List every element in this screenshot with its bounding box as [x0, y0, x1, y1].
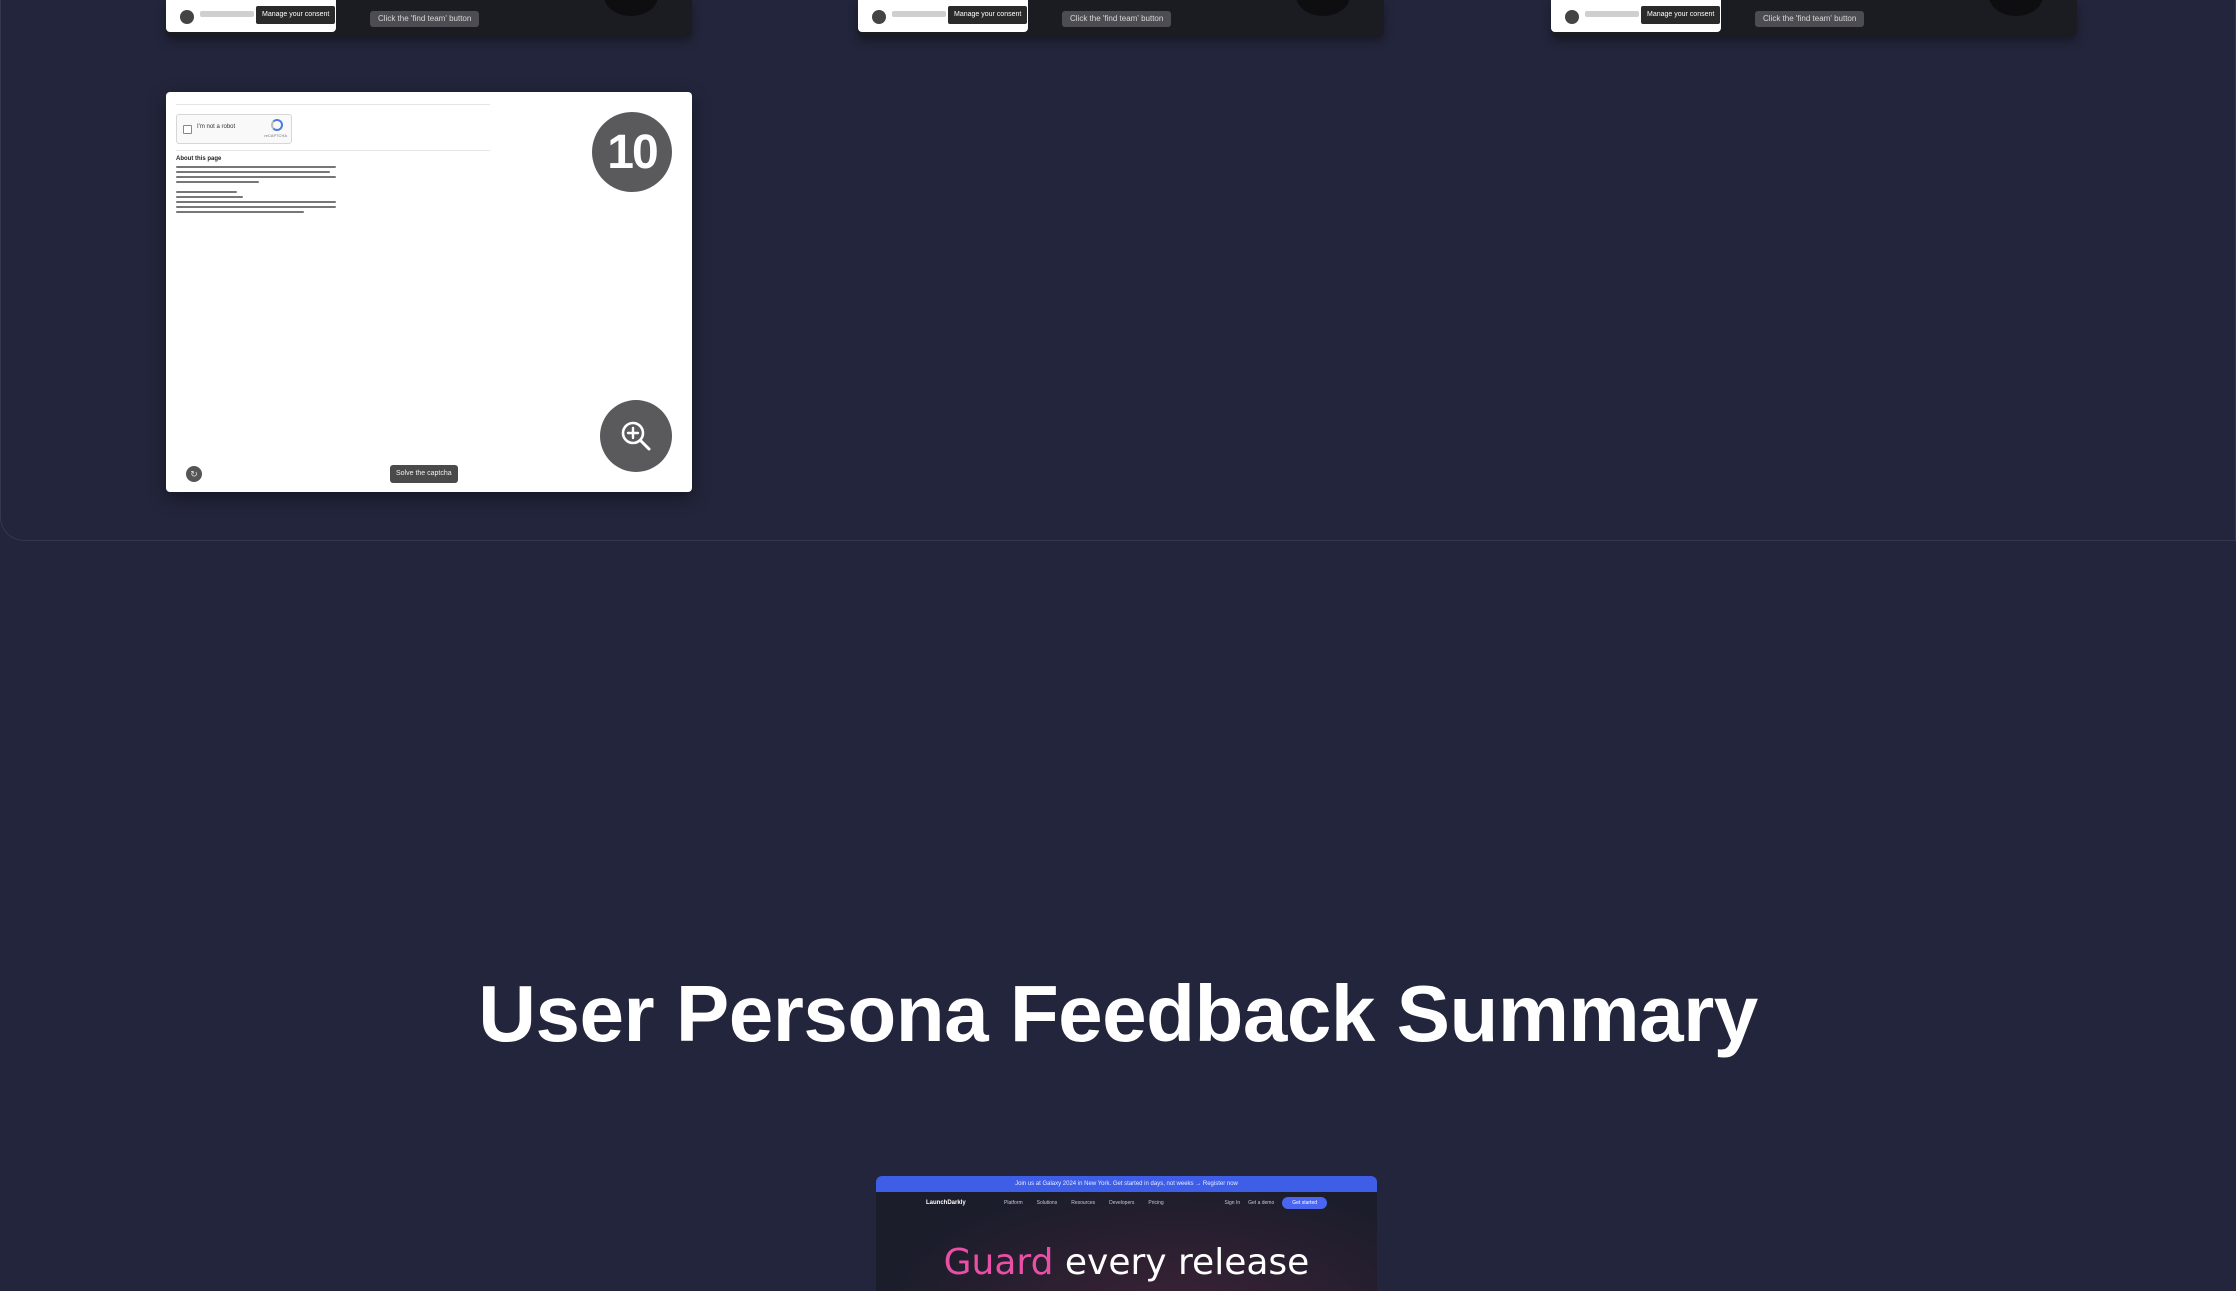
recaptcha-logo-icon [271, 119, 283, 131]
hero-heading: Guard every release [876, 1242, 1377, 1283]
nav-link: Pricing [1148, 1200, 1164, 1206]
hero-rest-text: every release [1053, 1242, 1310, 1283]
about-page-title: About this page [176, 156, 222, 162]
nav-links: Platform Solutions Resources Developers … [1004, 1200, 1164, 1206]
checkbox-icon [183, 125, 192, 134]
consent-card: Manage your consent [858, 0, 1028, 32]
settings-icon [1565, 10, 1579, 24]
step-number-badge [1296, 0, 1350, 16]
recaptcha-widget: I'm not a robot reCAPTCHA [176, 114, 292, 144]
step-caption: Click the 'find team' button [370, 11, 480, 27]
zoom-in-icon [621, 421, 651, 451]
consent-card: Manage your consent [166, 0, 336, 32]
sign-in-link: Sign In [1224, 1200, 1241, 1206]
nav-link: Solutions [1036, 1200, 1058, 1206]
consent-text [1585, 11, 1639, 17]
nav-link: Platform [1004, 1200, 1023, 1206]
page: Manage your consent Click the 'find team… [0, 0, 2236, 1291]
hero-accent-word: Guard [943, 1242, 1054, 1283]
preview-nav: LaunchDarkly Platform Solutions Resource… [876, 1192, 1377, 1216]
nav-link: Resources [1071, 1200, 1096, 1206]
refresh-icon: ↻ [186, 466, 202, 482]
consent-text [200, 11, 254, 17]
manage-consent-button: Manage your consent [256, 6, 336, 24]
screenshot-thumbnail-7[interactable]: Manage your consent Click the 'find team… [166, 0, 692, 37]
step-number-badge: 10 [592, 112, 672, 192]
section-title: User Persona Feedback Summary [478, 969, 1758, 1058]
about-page-text [176, 166, 336, 216]
step-number-badge [604, 0, 658, 16]
nav-actions: Sign In Get a demo Get started [1225, 1197, 1327, 1209]
brand-logo: LaunchDarkly [926, 1200, 966, 1206]
manage-consent-button: Manage your consent [1641, 6, 1721, 24]
recaptcha-label: I'm not a robot [197, 124, 236, 130]
recaptcha-brand: reCAPTCHA [264, 133, 287, 138]
announcement-banner: Join us at Galaxy 2024 in New York. Get … [876, 1176, 1377, 1192]
manage-consent-button: Manage your consent [948, 6, 1028, 24]
screenshot-thumbnail-9[interactable]: Manage your consent Click the 'find team… [1551, 0, 2077, 37]
divider [176, 104, 490, 105]
step-caption: Solve the captcha [390, 465, 458, 483]
contact-link: Get a demo [1248, 1200, 1275, 1206]
consent-card: Manage your consent [1551, 0, 1721, 32]
zoom-in-button[interactable] [600, 400, 672, 472]
website-preview[interactable]: Join us at Galaxy 2024 in New York. Get … [876, 1176, 1377, 1291]
consent-text [892, 11, 946, 17]
nav-link: Developers [1109, 1200, 1135, 1206]
screenshot-thumbnail-8[interactable]: Manage your consent Click the 'find team… [858, 0, 1384, 37]
step-number-badge [1989, 0, 2043, 16]
settings-icon [180, 10, 194, 24]
divider [176, 150, 490, 151]
step-caption: Click the 'find team' button [1062, 11, 1172, 27]
screenshot-thumbnail-10[interactable]: I'm not a robot reCAPTCHA About this pag… [166, 92, 692, 492]
settings-icon [872, 10, 886, 24]
get-started-button: Get started [1282, 1197, 1327, 1209]
step-caption: Click the 'find team' button [1755, 11, 1865, 27]
